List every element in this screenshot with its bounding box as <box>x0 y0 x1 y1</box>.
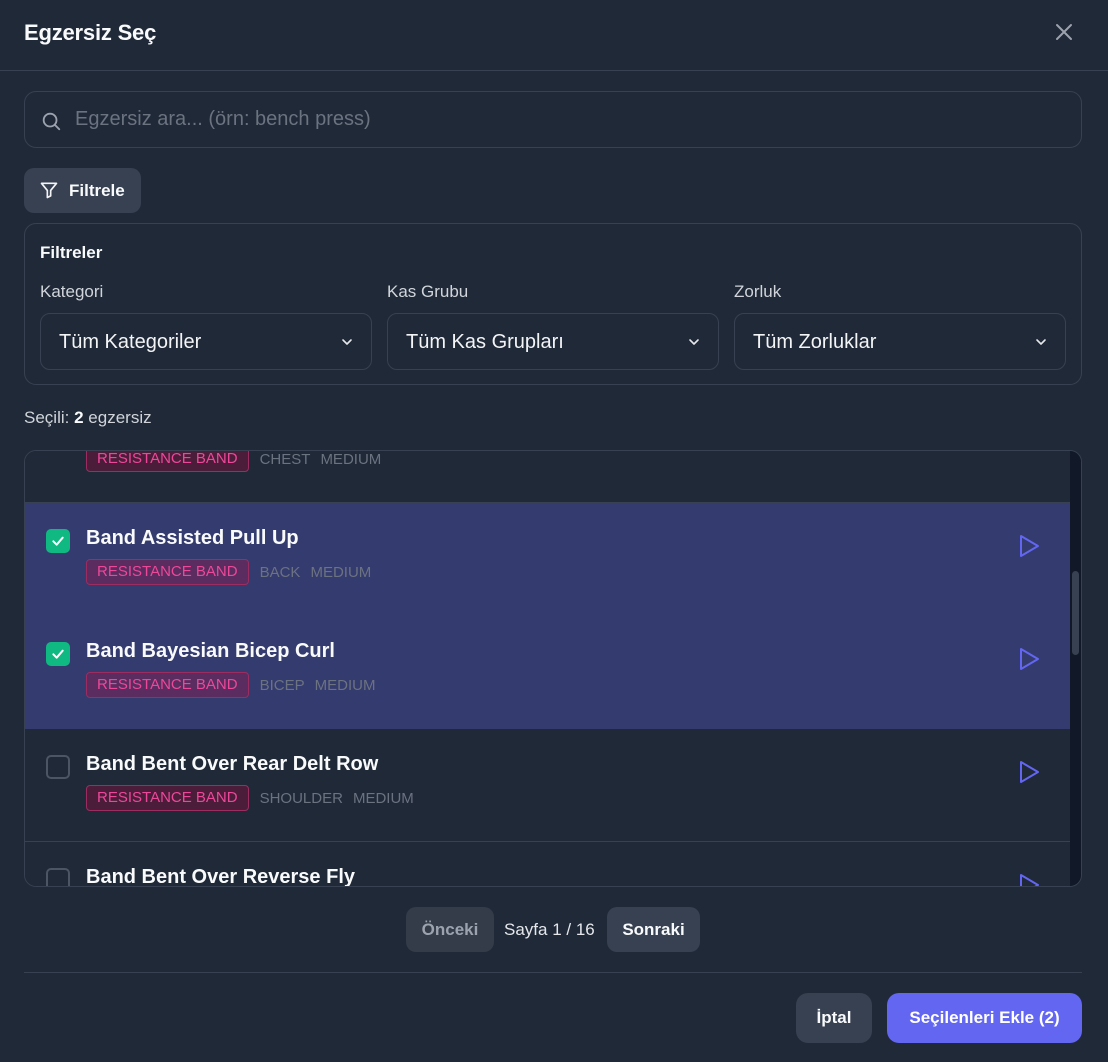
selected-count: Seçili: 2 egzersiz <box>24 408 152 428</box>
muscle-tag: BACK <box>259 563 301 581</box>
exercise-name: Band Bent Over Rear Delt Row <box>86 753 379 775</box>
filter-button-label: Filtrele <box>69 181 125 200</box>
difficulty-tag: MEDIUM <box>314 676 376 694</box>
category-filter: Kategori Tüm Kategoriler <box>40 282 372 370</box>
page-info: Sayfa 1 / 16 <box>504 920 595 939</box>
exercise-tags: RESISTANCE BAND CHEST MEDIUM <box>86 450 391 472</box>
pagination: Önceki Sayfa 1 / 16 Sonraki <box>0 907 1108 952</box>
exercise-name: Band Assisted Pull Up <box>86 527 299 549</box>
difficulty-tag: MEDIUM <box>352 789 414 807</box>
difficulty-tag: MEDIUM <box>310 563 372 581</box>
exercise-checkbox[interactable] <box>46 755 70 779</box>
exercise-checkbox[interactable] <box>46 642 70 666</box>
footer-divider <box>24 972 1082 973</box>
chevron-down-icon <box>686 334 702 350</box>
play-icon[interactable] <box>1017 872 1041 886</box>
exercise-row[interactable]: Band Bayesian Bicep Curl RESISTANCE BAND… <box>25 616 1071 729</box>
selected-suffix: egzersiz <box>88 408 152 427</box>
check-icon <box>52 536 64 546</box>
close-icon[interactable] <box>1052 20 1076 44</box>
search-box <box>24 91 1082 148</box>
next-page-button[interactable]: Sonraki <box>607 907 700 952</box>
exercise-checkbox[interactable] <box>46 868 70 886</box>
equipment-badge: RESISTANCE BAND <box>86 559 249 585</box>
muscle-group-value: Tüm Kas Grupları <box>406 331 564 353</box>
chevron-down-icon <box>339 334 355 350</box>
muscle-group-label: Kas Grubu <box>387 282 469 301</box>
exercise-list-content: RESISTANCE BAND CHEST MEDIUM Band Assist… <box>25 450 1071 887</box>
exercise-tags: RESISTANCE BAND BICEP MEDIUM <box>86 672 385 698</box>
difficulty-value: Tüm Zorluklar <box>753 331 877 353</box>
equipment-badge: RESISTANCE BAND <box>86 451 249 472</box>
exercise-row[interactable]: RESISTANCE BAND CHEST MEDIUM <box>25 450 1071 503</box>
exercise-checkbox[interactable] <box>46 529 70 553</box>
exercise-name: Band Bayesian Bicep Curl <box>86 640 335 662</box>
exercise-list[interactable]: RESISTANCE BAND CHEST MEDIUM Band Assist… <box>24 450 1082 887</box>
difficulty-tag: MEDIUM <box>320 450 382 468</box>
category-value: Tüm Kategoriler <box>59 331 202 353</box>
filters-panel: Filtreler Kategori Tüm Kategoriler Kas G… <box>24 223 1082 385</box>
play-icon[interactable] <box>1017 759 1041 785</box>
add-selected-button[interactable]: Seçilenleri Ekle (2) <box>887 993 1082 1043</box>
exercise-tags: RESISTANCE BAND BACK MEDIUM <box>86 559 381 585</box>
category-select[interactable]: Tüm Kategoriler <box>40 313 372 370</box>
difficulty-filter: Zorluk Tüm Zorluklar <box>734 282 1066 370</box>
selected-number: 2 <box>74 408 84 427</box>
equipment-badge: RESISTANCE BAND <box>86 672 249 698</box>
equipment-badge: RESISTANCE BAND <box>86 785 249 811</box>
search-icon <box>40 110 62 132</box>
modal-title: Egzersiz Seç <box>24 20 157 45</box>
list-scrollbar[interactable] <box>1070 451 1081 886</box>
muscle-tag: CHEST <box>259 450 311 468</box>
difficulty-label: Zorluk <box>734 282 782 301</box>
filter-toggle-button[interactable]: Filtrele <box>24 168 141 213</box>
category-label: Kategori <box>40 282 104 301</box>
exercise-row[interactable]: Band Bent Over Rear Delt Row RESISTANCE … <box>25 729 1071 842</box>
check-icon <box>52 649 64 659</box>
play-icon[interactable] <box>1017 533 1041 559</box>
exercise-name: Band Bent Over Reverse Fly <box>86 866 355 887</box>
exercise-row[interactable]: Band Bent Over Reverse Fly <box>25 842 1071 887</box>
chevron-down-icon <box>1033 334 1049 350</box>
play-icon[interactable] <box>1017 646 1041 672</box>
muscle-tag: SHOULDER <box>259 789 343 807</box>
muscle-group-select[interactable]: Tüm Kas Grupları <box>387 313 719 370</box>
cancel-button[interactable]: İptal <box>796 993 872 1043</box>
exercise-row[interactable]: Band Assisted Pull Up RESISTANCE BAND BA… <box>25 503 1071 616</box>
exercise-tags: RESISTANCE BAND SHOULDER MEDIUM <box>86 785 424 811</box>
filters-title: Filtreler <box>40 243 103 262</box>
modal-header: Egzersiz Seç <box>0 0 1108 71</box>
muscle-group-filter: Kas Grubu Tüm Kas Grupları <box>387 282 719 370</box>
filter-icon <box>39 180 59 200</box>
previous-page-button[interactable]: Önceki <box>406 907 494 952</box>
exercise-select-modal: Egzersiz Seç Filtrele Filtreler Kategori… <box>0 0 1108 1062</box>
selected-prefix: Seçili: <box>24 408 70 427</box>
search-input[interactable] <box>75 92 1065 147</box>
muscle-tag: BICEP <box>259 676 305 694</box>
difficulty-select[interactable]: Tüm Zorluklar <box>734 313 1066 370</box>
scrollbar-thumb[interactable] <box>1072 571 1079 655</box>
